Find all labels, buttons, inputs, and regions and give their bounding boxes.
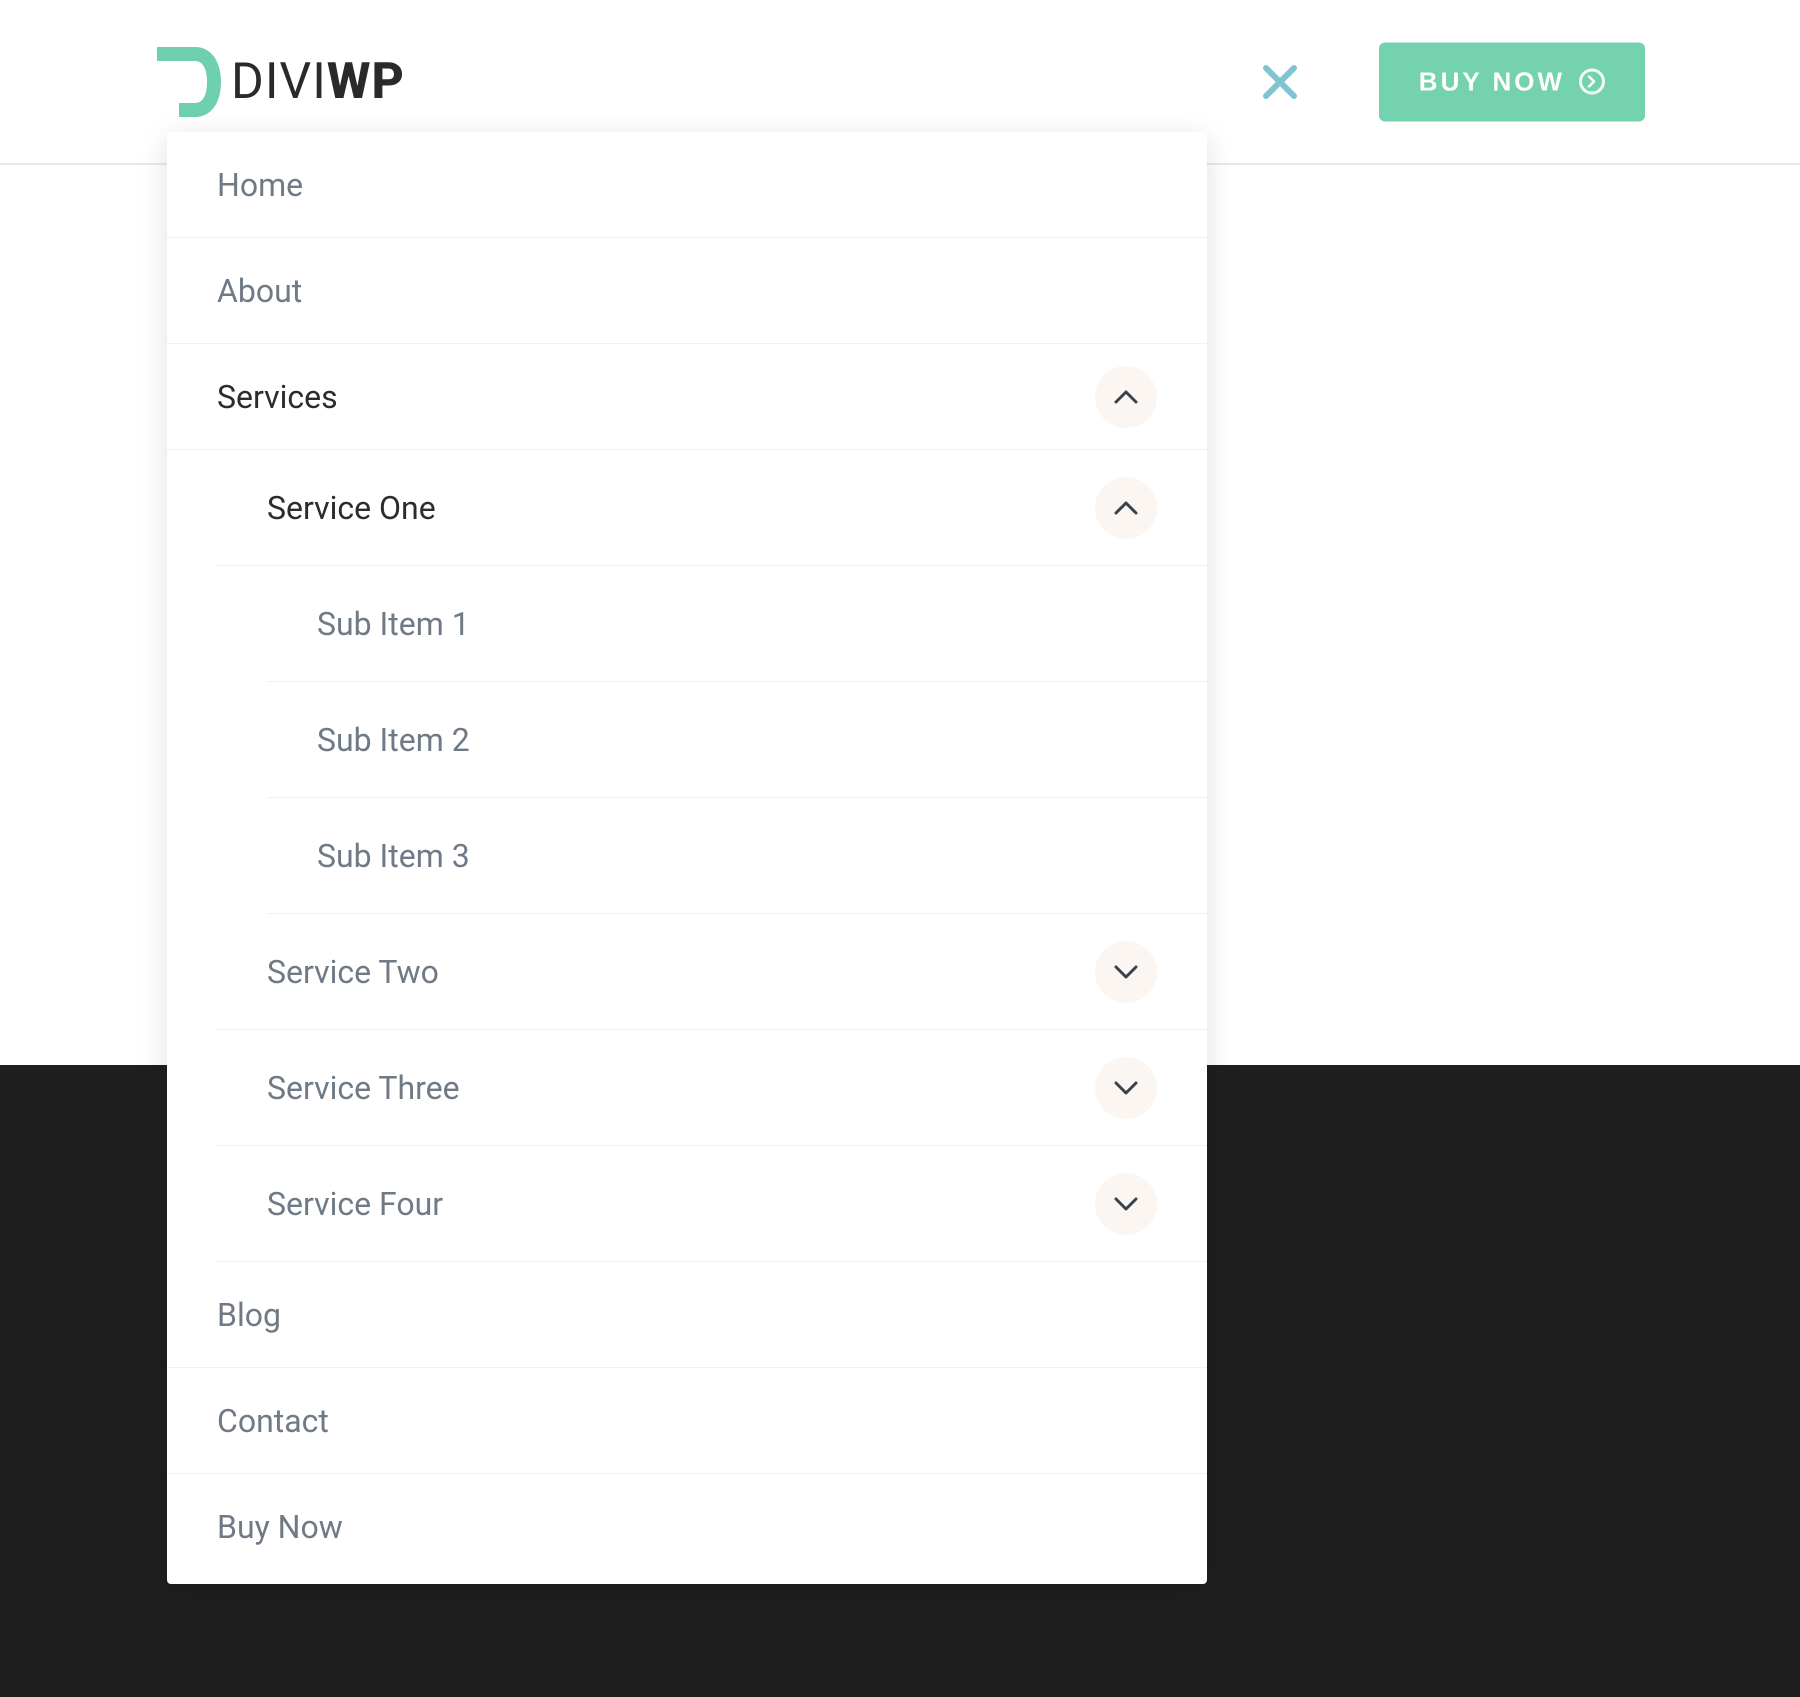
subsub-item-3[interactable]: Sub Item 3 (267, 798, 1207, 914)
logo-text-part1: DIVI (231, 53, 327, 111)
buy-now-label: BUY NOW (1419, 66, 1565, 97)
mobile-menu-panel: Home About Services Service One Sub Item… (167, 132, 1207, 1584)
subsub-item-label: Sub Item 1 (317, 605, 470, 643)
submenu-item-label: Service Three (267, 1069, 460, 1107)
buy-now-button[interactable]: BUY NOW (1379, 42, 1645, 121)
logo-text: DIVIWP (231, 57, 405, 107)
menu-item-buy-now[interactable]: Buy Now (167, 1474, 1207, 1580)
subsub-item-2[interactable]: Sub Item 2 (267, 682, 1207, 798)
logo-mark-icon (155, 45, 223, 119)
close-icon (1260, 62, 1300, 102)
submenu-item-label: Service Two (267, 953, 439, 991)
menu-close-button[interactable] (1255, 57, 1305, 107)
expand-toggle[interactable] (1095, 1173, 1157, 1235)
chevron-up-icon (1114, 501, 1138, 515)
menu-item-label: Contact (217, 1402, 329, 1440)
submenu-item-service-two[interactable]: Service Two (217, 914, 1207, 1030)
arrow-circle-icon (1579, 69, 1605, 95)
menu-item-label: Services (217, 378, 338, 416)
menu-item-about[interactable]: About (167, 238, 1207, 344)
collapse-toggle[interactable] (1095, 477, 1157, 539)
collapse-toggle[interactable] (1095, 366, 1157, 428)
menu-item-services[interactable]: Services (167, 344, 1207, 450)
chevron-down-icon (1114, 1197, 1138, 1211)
menu-item-label: Home (217, 166, 303, 204)
submenu-item-label: Service Four (267, 1185, 443, 1223)
menu-item-home[interactable]: Home (167, 132, 1207, 238)
menu-item-label: Blog (217, 1296, 281, 1334)
menu-item-label: Buy Now (217, 1508, 343, 1546)
chevron-down-icon (1114, 965, 1138, 979)
logo-text-part2: WP (327, 53, 405, 111)
subsub-item-1[interactable]: Sub Item 1 (267, 566, 1207, 682)
expand-toggle[interactable] (1095, 1057, 1157, 1119)
menu-item-contact[interactable]: Contact (167, 1368, 1207, 1474)
submenu-item-service-one[interactable]: Service One (217, 450, 1207, 566)
submenu-item-service-four[interactable]: Service Four (217, 1146, 1207, 1262)
menu-item-label: About (217, 272, 302, 310)
site-logo[interactable]: DIVIWP (155, 45, 405, 119)
chevron-down-icon (1114, 1081, 1138, 1095)
subsub-item-label: Sub Item 2 (317, 721, 470, 759)
subsub-item-label: Sub Item 3 (317, 837, 470, 875)
services-submenu: Service One Sub Item 1 Sub Item 2 Sub It… (167, 450, 1207, 1262)
expand-toggle[interactable] (1095, 941, 1157, 1003)
submenu-item-label: Service One (267, 489, 436, 527)
chevron-up-icon (1114, 390, 1138, 404)
menu-item-blog[interactable]: Blog (167, 1262, 1207, 1368)
submenu-item-service-three[interactable]: Service Three (217, 1030, 1207, 1146)
